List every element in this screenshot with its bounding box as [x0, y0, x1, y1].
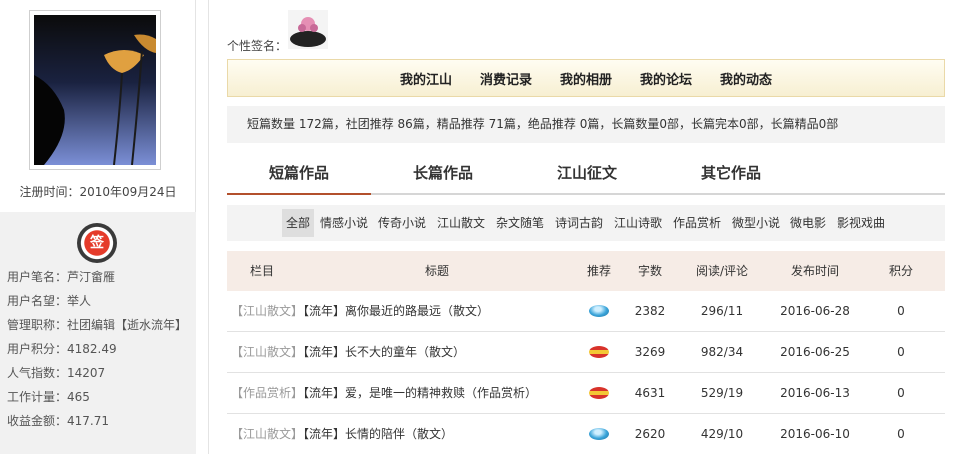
- user-sidebar: 注册时间：2010年09月24日 签 用户笔名：芦汀畲雁 用户名望：举人 管理职…: [0, 0, 196, 454]
- row-reads-comments: 296/11: [700, 304, 744, 318]
- sign-badge-icon[interactable]: 签: [77, 223, 117, 263]
- tab-contest-works[interactable]: 江山征文: [515, 153, 659, 195]
- category-emotional-fiction[interactable]: 情感小说: [318, 209, 370, 237]
- table-row: 【江山散文】【流年】离你最近的路最远（散文） 2382 296/11 2016-…: [227, 291, 945, 332]
- row-category-link[interactable]: 【江山散文】: [231, 345, 303, 359]
- row-title-link[interactable]: 【流年】长情的陪伴（散文）: [303, 427, 453, 441]
- row-word-count: 2620: [634, 427, 666, 441]
- row-score: 0: [897, 345, 905, 359]
- tab-other-works[interactable]: 其它作品: [659, 153, 803, 195]
- nav-my-forum[interactable]: 我的论坛: [640, 69, 692, 88]
- category-appreciation[interactable]: 作品赏析: [671, 209, 723, 237]
- category-classical-poetry[interactable]: 诗词古韵: [553, 209, 605, 237]
- row-score: 0: [897, 386, 905, 400]
- header-recommend: 推荐: [586, 264, 611, 278]
- row-title-link[interactable]: 【流年】离你最近的路最远（散文）: [303, 304, 489, 318]
- info-rank: 用户名望：举人: [7, 294, 92, 308]
- row-content: 【作品赏析】【流年】爱，是唯一的精神救赎（作品赏析）: [231, 373, 537, 414]
- row-publish-date: 2016-06-10: [780, 427, 850, 441]
- row-title-link[interactable]: 【流年】爱，是唯一的精神救赎（作品赏析）: [303, 386, 537, 400]
- category-legend-fiction[interactable]: 传奇小说: [376, 209, 428, 237]
- nav-consumption-records[interactable]: 消费记录: [480, 69, 532, 88]
- user-info-list: 用户笔名：芦汀畲雁 用户名望：举人 管理职称：社团编辑【逝水流年】 用户积分：4…: [7, 265, 192, 433]
- tab-long-works[interactable]: 长篇作品: [371, 153, 515, 195]
- row-word-count: 3269: [634, 345, 666, 359]
- signature-image: [288, 10, 328, 49]
- badge-label: 签: [90, 235, 104, 251]
- signature-label: 个性签名：: [227, 39, 288, 53]
- category-film-opera[interactable]: 影视戏曲: [835, 209, 887, 237]
- row-category-link[interactable]: 【作品赏析】: [231, 386, 303, 400]
- info-pen-name: 用户笔名：芦汀畲雁: [7, 270, 116, 284]
- header-word-count: 字数: [637, 264, 662, 278]
- row-title-link[interactable]: 【流年】长不大的童年（散文）: [303, 345, 465, 359]
- tab-short-works[interactable]: 短篇作品: [227, 153, 371, 195]
- row-reads-comments: 429/10: [700, 427, 744, 441]
- avatar[interactable]: [29, 10, 161, 170]
- recommend-blue-icon: [589, 305, 609, 317]
- category-essays[interactable]: 杂文随笔: [494, 209, 546, 237]
- info-earnings: 收益金额：417.71: [7, 414, 109, 428]
- row-publish-date: 2016-06-13: [780, 386, 850, 400]
- category-micro-fiction[interactable]: 微型小说: [730, 209, 782, 237]
- row-content: 【江山散文】【流年】长情的陪伴（散文）: [231, 414, 453, 454]
- header-column: 栏目: [249, 264, 274, 278]
- row-score: 0: [897, 304, 905, 318]
- row-word-count: 2382: [634, 304, 666, 318]
- category-poetry[interactable]: 江山诗歌: [612, 209, 664, 237]
- row-word-count: 4631: [634, 386, 666, 400]
- nav-my-jiangshan[interactable]: 我的江山: [400, 69, 452, 88]
- recommend-red-icon: [589, 346, 609, 358]
- nav-my-album[interactable]: 我的相册: [560, 69, 612, 88]
- header-title: 标题: [424, 264, 449, 278]
- row-publish-date: 2016-06-28: [780, 304, 850, 318]
- top-nav: 我的江山 消费记录 我的相册 我的论坛 我的动态: [227, 59, 945, 97]
- main-content: 个性签名： 我的江山 消费记录 我的相册 我的论坛 我的动态 短篇数量 172篇…: [208, 0, 966, 454]
- header-publish-date: 发布时间: [790, 264, 839, 278]
- info-workload: 工作计量：465: [7, 390, 90, 404]
- row-score: 0: [897, 427, 905, 441]
- info-popularity: 人气指数：14207: [7, 366, 106, 380]
- header-reads-comments: 阅读/评论: [695, 264, 749, 278]
- row-reads-comments: 982/34: [700, 345, 744, 359]
- registration-time: 注册时间：2010年09月24日: [19, 185, 177, 199]
- info-points: 用户积分：4182.49: [7, 342, 117, 356]
- nav-my-activity[interactable]: 我的动态: [720, 69, 772, 88]
- avatar-image: [34, 15, 156, 166]
- info-title: 管理职称：社团编辑【逝水流年】: [7, 318, 188, 332]
- table-row: 【江山散文】【流年】长不大的童年（散文） 3269 982/34 2016-06…: [227, 332, 945, 373]
- category-prose[interactable]: 江山散文: [435, 209, 487, 237]
- row-category-link[interactable]: 【江山散文】: [231, 304, 303, 318]
- row-publish-date: 2016-06-25: [780, 345, 850, 359]
- row-reads-comments: 529/19: [700, 386, 744, 400]
- recommend-red-icon: [589, 387, 609, 399]
- recommend-blue-icon: [589, 428, 609, 440]
- category-all[interactable]: 全部: [282, 209, 314, 237]
- category-micro-film[interactable]: 微电影: [788, 209, 828, 237]
- row-content: 【江山散文】【流年】离你最近的路最远（散文）: [231, 291, 489, 332]
- category-filter: 全部 情感小说 传奇小说 江山散文 杂文随笔 诗词古韵 江山诗歌 作品赏析 微型…: [227, 205, 945, 241]
- table-row: 【江山散文】【流年】长情的陪伴（散文） 2620 429/10 2016-06-…: [227, 414, 945, 454]
- row-category-link[interactable]: 【江山散文】: [231, 427, 303, 441]
- works-tabs: 短篇作品 长篇作品 江山征文 其它作品: [227, 153, 945, 195]
- row-content: 【江山散文】【流年】长不大的童年（散文）: [231, 332, 465, 373]
- header-score: 积分: [888, 264, 913, 278]
- table-row: 【作品赏析】【流年】爱，是唯一的精神救赎（作品赏析） 4631 529/19 2…: [227, 373, 945, 414]
- table-header: 栏目 标题 推荐 字数 阅读/评论 发布时间 积分: [227, 251, 945, 291]
- works-stats: 短篇数量 172篇，社团推荐 86篇，精品推荐 71篇，绝品推荐 0篇，长篇数量…: [227, 106, 945, 143]
